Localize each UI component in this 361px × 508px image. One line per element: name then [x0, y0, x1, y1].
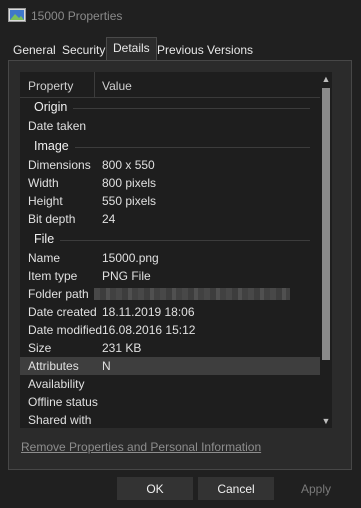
property-name: Width [28, 176, 59, 190]
list-item[interactable]: Date created 18.11.2019 18:06 [20, 303, 320, 321]
property-value: 18.11.2019 18:06 [102, 305, 195, 319]
list-item[interactable]: Width 800 pixels [20, 174, 320, 192]
group-label: File [34, 230, 61, 249]
ok-button[interactable]: OK [117, 477, 193, 500]
property-name: Size [28, 341, 52, 355]
tab-general[interactable]: General [13, 40, 56, 60]
property-value: N [102, 359, 111, 373]
properties-window: 15000 Properties General Security Detail… [0, 0, 361, 508]
list-item[interactable]: Offline status [20, 393, 320, 411]
tab-previous-versions[interactable]: Previous Versions [157, 40, 253, 60]
list-item[interactable]: Bit depth 24 [20, 210, 320, 228]
property-name: Date taken [28, 119, 87, 133]
property-value: 24 [102, 212, 116, 226]
tab-details[interactable]: Details [106, 37, 157, 61]
property-name: Item type [28, 269, 78, 283]
group-label: Origin [34, 98, 74, 117]
property-name: Folder path [28, 287, 89, 301]
column-header-property[interactable]: Property [28, 79, 73, 93]
list-item[interactable]: Dimensions 800 x 550 [20, 156, 320, 174]
list-item[interactable]: Availability [20, 375, 320, 393]
property-name: Date created [28, 305, 97, 319]
group-origin: Origin [20, 98, 320, 117]
vertical-scrollbar[interactable]: ▲ ▼ [320, 72, 332, 428]
column-divider[interactable] [94, 72, 95, 98]
property-name: Date modified [28, 323, 103, 337]
tab-bar: General Security Details Previous Versio… [8, 37, 353, 61]
scrollbar-thumb[interactable] [322, 88, 330, 360]
property-name: Attributes [28, 359, 79, 373]
apply-button[interactable]: Apply [278, 477, 354, 500]
property-name: Name [28, 251, 61, 265]
property-name: Bit depth [28, 212, 76, 226]
window-title: 15000 Properties [31, 9, 123, 23]
chevron-down-icon[interactable]: ▼ [320, 414, 332, 428]
list-item[interactable]: Item type PNG File [20, 267, 320, 285]
list-item[interactable]: Size 231 KB [20, 339, 320, 357]
property-value: 231 KB [102, 341, 142, 355]
property-value: PNG File [102, 269, 151, 283]
group-label: Image [34, 137, 75, 156]
property-value: 550 pixels [102, 194, 157, 208]
list-header: Property Value [20, 72, 320, 98]
list-item[interactable]: Date taken [20, 117, 320, 135]
list-item[interactable]: Folder path [20, 285, 320, 303]
group-divider [34, 240, 310, 241]
property-name: Offline status [28, 395, 98, 409]
image-file-icon [8, 8, 26, 22]
details-list[interactable]: Property Value Origin Date taken Image D… [20, 72, 320, 428]
property-name: Height [28, 194, 63, 208]
property-value: 16.08.2016 15:12 [102, 323, 196, 337]
property-value: 800 pixels [102, 176, 157, 190]
property-name: Shared with [28, 413, 92, 427]
chevron-up-icon[interactable]: ▲ [320, 72, 332, 86]
list-item[interactable]: Date modified 16.08.2016 15:12 [20, 321, 320, 339]
group-image: Image [20, 137, 320, 156]
property-value: 800 x 550 [102, 158, 155, 172]
remove-properties-link[interactable]: Remove Properties and Personal Informati… [21, 440, 261, 454]
cancel-button[interactable]: Cancel [198, 477, 274, 500]
group-divider [34, 147, 310, 148]
list-item-selected[interactable]: Attributes N [20, 357, 320, 375]
title-bar: 15000 Properties [0, 0, 361, 32]
group-file: File [20, 230, 320, 249]
column-header-value[interactable]: Value [102, 79, 132, 93]
property-value: 15000.png [102, 251, 159, 265]
list-item[interactable]: Name 15000.png [20, 249, 320, 267]
property-name: Dimensions [28, 158, 91, 172]
redacted-folder-path [94, 288, 290, 300]
list-item[interactable]: Height 550 pixels [20, 192, 320, 210]
list-item[interactable]: Shared with [20, 411, 320, 428]
list-rows: Origin Date taken Image Dimensions 800 x… [20, 98, 320, 428]
group-divider [34, 108, 310, 109]
property-name: Availability [28, 377, 85, 391]
tab-security[interactable]: Security [62, 40, 105, 60]
